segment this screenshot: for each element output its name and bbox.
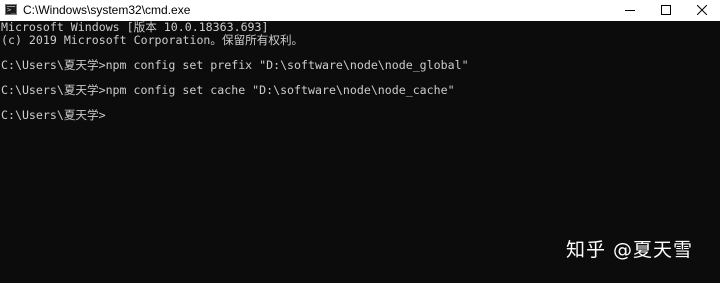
console-line-command-prefix: C:\Users\夏天学>npm config set prefix "D:\s… [1,58,469,72]
maximize-button[interactable] [648,0,684,21]
window-title: C:\Windows\system32\cmd.exe [23,3,191,17]
zhihu-watermark: 知乎 @夏天雪 [566,239,694,261]
title-bar[interactable]: >_ C:\Windows\system32\cmd.exe [0,0,720,21]
minimize-icon [625,10,635,11]
close-button[interactable] [684,0,720,21]
window-controls [612,0,720,21]
cmd-window: >_ C:\Windows\system32\cmd.exe Microsoft… [0,0,720,283]
console-line-prompt[interactable]: C:\Users\夏天学> [1,109,106,122]
console-line-command-cache: C:\Users\夏天学>npm config set cache "D:\so… [1,83,455,97]
minimize-button[interactable] [612,0,648,21]
console-line-copyright: (c) 2019 Microsoft Corporation。保留所有权利。 [1,33,304,47]
close-icon [697,5,707,15]
cmd-icon[interactable]: >_ [5,4,17,15]
maximize-icon [661,5,671,15]
console-line-version: Microsoft Windows [版本 10.0.18363.693] [1,20,269,34]
